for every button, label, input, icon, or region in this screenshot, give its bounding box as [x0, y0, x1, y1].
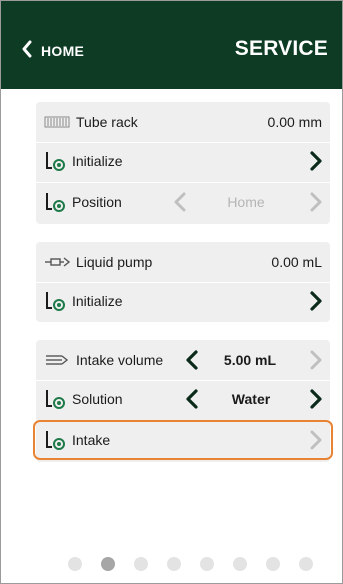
tube-initialize-row[interactable]: Initialize [36, 143, 330, 179]
chevron-left-icon[interactable] [182, 389, 202, 409]
chevron-left-icon[interactable] [182, 350, 202, 370]
page-dot-active[interactable] [101, 557, 115, 571]
intake-volume-row: Intake volume 5.00 mL [36, 342, 330, 378]
axis-point-icon [44, 388, 66, 410]
chevron-right-icon[interactable] [306, 151, 326, 171]
intake-volume-label: Intake volume [76, 352, 164, 368]
page-dot[interactable] [200, 557, 214, 571]
page-dot[interactable] [266, 557, 280, 571]
liquid-pump-row: Liquid pump 0.00 mL [36, 244, 330, 280]
tube-position-row: Position Home [36, 184, 330, 220]
solution-value: Water [231, 391, 271, 407]
liquid-pump-icon [44, 255, 70, 269]
axis-point-icon [44, 290, 66, 312]
back-home-button[interactable]: HOME [21, 39, 84, 63]
solution-row: Solution Water [36, 381, 330, 417]
tube-position-value: Home [227, 194, 265, 210]
chevron-left-icon[interactable] [170, 192, 190, 212]
divider [36, 182, 330, 183]
page-dot[interactable] [134, 557, 148, 571]
tube-rack-card: Tube rack 0.00 mm Initialize Position Ho… [36, 102, 330, 224]
liquid-pump-value: 0.00 mL [271, 254, 322, 270]
service-screen: HOME SERVICE Tube rack 0.00 mm Initializ… [0, 0, 343, 584]
intake-volume-value: 5.00 mL [223, 352, 277, 368]
pump-initialize-row[interactable]: Initialize [36, 283, 330, 319]
tube-position-label: Position [72, 194, 122, 210]
solution-label: Solution [72, 391, 123, 407]
liquid-pump-label: Liquid pump [76, 254, 153, 270]
back-home-label: HOME [41, 43, 85, 59]
page-dot[interactable] [68, 557, 82, 571]
page-indicator [1, 557, 342, 571]
liquid-pump-card: Liquid pump 0.00 mL Initialize [36, 242, 330, 322]
chevron-right-icon[interactable] [306, 389, 326, 409]
chevron-right-icon[interactable] [306, 291, 326, 311]
page-dot[interactable] [299, 557, 313, 571]
intake-volume-icon [44, 352, 70, 368]
pump-initialize-label: Initialize [72, 293, 123, 309]
axis-point-icon [44, 150, 66, 172]
tube-rack-label: Tube rack [76, 114, 138, 130]
chevron-right-icon[interactable] [306, 192, 326, 212]
tube-rack-value: 0.00 mm [267, 114, 322, 130]
tube-initialize-label: Initialize [72, 153, 123, 169]
tube-rack-icon [44, 115, 70, 129]
tube-rack-row: Tube rack 0.00 mm [36, 104, 330, 140]
chevron-left-icon [21, 40, 33, 63]
page-dot[interactable] [167, 557, 181, 571]
intake-row-highlight [33, 420, 333, 460]
page-dot[interactable] [233, 557, 247, 571]
page-title: SERVICE [234, 37, 328, 60]
axis-point-icon [44, 191, 66, 213]
header-bar: HOME SERVICE [1, 1, 342, 89]
chevron-right-icon[interactable] [306, 350, 326, 370]
